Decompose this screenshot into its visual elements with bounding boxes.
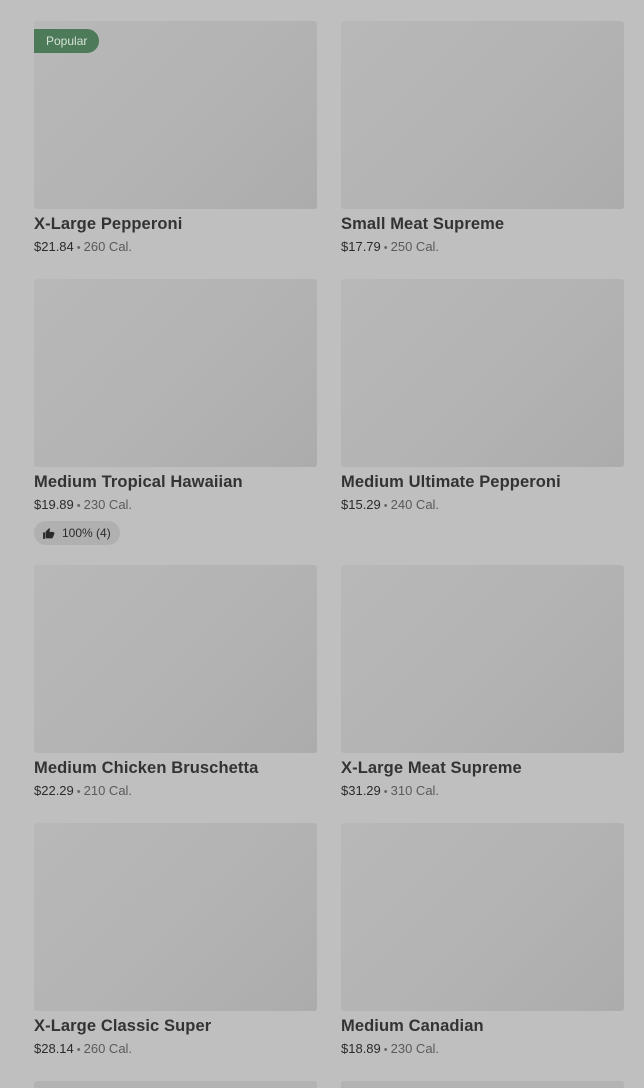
menu-item-card[interactable]: X-Large Classic Super $28.14 • 260 Cal.	[34, 823, 317, 1081]
item-meta: $19.89 • 230 Cal.	[34, 496, 317, 515]
item-image[interactable]	[341, 21, 624, 209]
item-calories: 230 Cal.	[390, 1041, 440, 1056]
item-calories: 240 Cal.	[390, 497, 440, 512]
item-image[interactable]	[341, 565, 624, 753]
menu-item-card[interactable]: Medium Chicken Bruschetta $22.29 • 210 Cal…	[34, 565, 317, 823]
menu-item-card[interactable]: X-Large Meat Supreme $31.29 • 310 Cal.	[341, 565, 624, 823]
item-meta: $17.79 • 250 Cal.	[341, 238, 624, 257]
item-price: $17.79	[341, 239, 381, 254]
item-calories: 230 Cal.	[83, 497, 133, 512]
separator: •	[76, 786, 81, 798]
rating-text: 100% (4)	[62, 526, 111, 540]
item-meta: $15.29 • 240 Cal.	[341, 496, 624, 515]
item-meta: $21.84 • 260 Cal.	[34, 238, 317, 257]
item-price: $21.84	[34, 239, 74, 254]
item-name[interactable]: X-Large Classic Super	[34, 1015, 317, 1037]
menu-item-card[interactable]: Popular X-Large Pepperoni $21.84 • 260 Cal…	[34, 21, 317, 279]
menu-item-grid: Popular X-Large Pepperoni $21.84 • 260 Cal…	[34, 21, 624, 1081]
separator: •	[76, 500, 81, 512]
item-price: $15.29	[341, 497, 381, 512]
separator: •	[383, 500, 388, 512]
separator: •	[76, 242, 81, 254]
item-image[interactable]	[341, 279, 624, 467]
item-price: $18.89	[341, 1041, 381, 1056]
item-calories: 260 Cal.	[83, 1041, 133, 1056]
item-meta: $22.29 • 210 Cal.	[34, 782, 317, 801]
menu-item-card[interactable]: Medium Ultimate Pepperoni $15.29 • 240 Cal…	[341, 279, 624, 565]
item-calories: 210 Cal.	[83, 783, 133, 798]
item-name[interactable]: Small Meat Supreme	[341, 213, 624, 235]
item-calories: 310 Cal.	[390, 783, 440, 798]
item-name[interactable]: X-Large Pepperoni	[34, 213, 317, 235]
item-image[interactable]	[34, 823, 317, 1011]
item-price: $22.29	[34, 783, 74, 798]
item-name[interactable]: Medium Ultimate Pepperoni	[341, 471, 624, 493]
item-calories: 260 Cal.	[83, 239, 133, 254]
item-name[interactable]: Medium Tropical Hawaiian	[34, 471, 317, 493]
rating-badge: 100% (4)	[34, 521, 120, 545]
next-item-image-left[interactable]	[34, 1081, 317, 1088]
menu-item-card[interactable]: Medium Tropical Hawaiian $19.89 • 230 Cal.…	[34, 279, 317, 565]
item-image[interactable]	[341, 823, 624, 1011]
item-name[interactable]: X-Large Meat Supreme	[341, 757, 624, 779]
separator: •	[76, 1044, 81, 1056]
separator: •	[383, 786, 388, 798]
item-image[interactable]: Popular	[34, 21, 317, 209]
item-price: $31.29	[341, 783, 381, 798]
separator: •	[383, 242, 388, 254]
item-price: $28.14	[34, 1041, 74, 1056]
item-meta: $31.29 • 310 Cal.	[341, 782, 624, 801]
menu-item-card[interactable]: Small Meat Supreme $17.79 • 250 Cal.	[341, 21, 624, 279]
item-image[interactable]	[34, 565, 317, 753]
item-calories: 250 Cal.	[390, 239, 440, 254]
menu-item-card[interactable]: Medium Canadian $18.89 • 230 Cal.	[341, 823, 624, 1081]
popular-badge: Popular	[34, 29, 100, 53]
item-image[interactable]	[34, 279, 317, 467]
next-item-image-right[interactable]	[341, 1081, 624, 1088]
item-price: $19.89	[34, 497, 74, 512]
thumbs-up-icon	[43, 527, 55, 539]
item-meta: $28.14 • 260 Cal.	[34, 1040, 317, 1059]
item-meta: $18.89 • 230 Cal.	[341, 1040, 624, 1059]
item-name[interactable]: Medium Canadian	[341, 1015, 624, 1037]
item-name[interactable]: Medium Chicken Bruschetta	[34, 757, 317, 779]
separator: •	[383, 1044, 388, 1056]
